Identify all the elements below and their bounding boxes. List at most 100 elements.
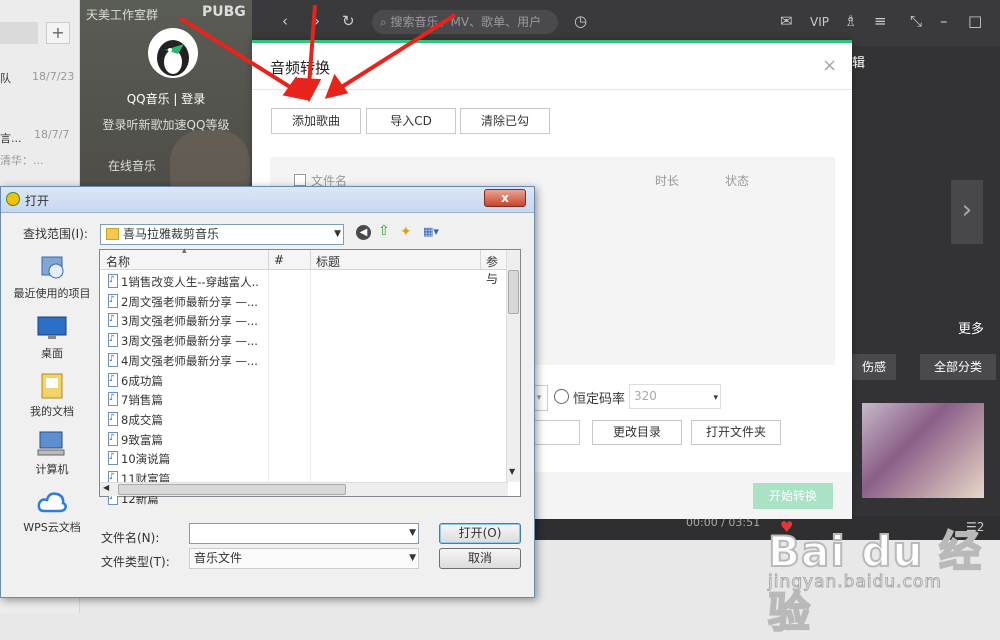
history-icon[interactable]: ◷ [574, 12, 587, 30]
mini-mode-icon[interactable]: ⤡ [910, 12, 922, 30]
filename-input[interactable]: ▼ [189, 523, 419, 544]
hscroll-thumb[interactable] [118, 484, 346, 495]
open-button[interactable]: 打开(O) [439, 523, 521, 544]
chat-list-item[interactable]: 队 18/7/23 [0, 62, 80, 122]
filetype-label: 文件类型(T): [101, 555, 170, 569]
music-file-icon [108, 273, 118, 290]
next-arrow-icon[interactable]: › [951, 180, 983, 244]
mail-icon[interactable]: ✉ [780, 12, 793, 30]
close-icon[interactable]: × [822, 55, 837, 76]
column-guide [268, 270, 269, 482]
output-path-input[interactable] [532, 420, 580, 445]
file-row[interactable]: 4周文强老师最新分享 —... [108, 352, 258, 371]
minimize-icon[interactable]: – [940, 12, 948, 30]
recent-icon [41, 256, 64, 279]
add-chat-button[interactable]: + [46, 22, 70, 44]
view-menu-icon[interactable]: ▦▾ [423, 225, 447, 239]
new-folder-icon[interactable]: ✦ [400, 224, 412, 240]
back-icon[interactable]: ‹ [282, 12, 288, 30]
scroll-left-icon[interactable]: ◀ [103, 483, 109, 492]
column-duration: 时长 [655, 174, 680, 188]
file-row[interactable]: 7销售篇 [108, 391, 258, 410]
login-link[interactable]: QQ音乐 | 登录 [80, 90, 252, 107]
place-label: 计算机 [35, 463, 69, 476]
cancel-button[interactable]: 取消 [439, 548, 521, 569]
file-name: 2周文强老师最新分享 —... [121, 294, 258, 309]
scroll-thumb[interactable] [508, 270, 519, 314]
up-folder-icon[interactable]: ⇧ [378, 223, 390, 239]
divider [252, 89, 852, 90]
close-button[interactable]: x [484, 189, 526, 207]
column-name[interactable]: 名称 [106, 253, 130, 270]
file-row[interactable]: 10演说篇 [108, 450, 258, 469]
constant-bitrate-radio[interactable] [554, 389, 569, 404]
place-label: 我的文档 [30, 405, 74, 418]
chat-preview: 清华：... [0, 154, 44, 167]
place-documents[interactable]: 我的文档 [9, 371, 95, 419]
file-row[interactable]: 2周文强老师最新分享 —... [108, 293, 258, 312]
computer-icon [37, 431, 65, 456]
penguin-icon [157, 40, 189, 76]
file-row[interactable]: 3周文强老师最新分享 —... [108, 332, 258, 351]
file-row[interactable]: 3周文强老师最新分享 —... [108, 312, 258, 331]
column-guide [310, 270, 311, 482]
column-title[interactable]: 标题 [316, 253, 340, 270]
login-subtitle: 登录听新歌加速QQ等级 [102, 118, 230, 132]
clear-checked-button[interactable]: 清除已勾 [460, 108, 550, 134]
file-row[interactable]: 1销售改变人生--穿越富人... [108, 273, 258, 292]
music-file-icon [108, 332, 118, 349]
add-songs-button[interactable]: 添加歌曲 [271, 108, 361, 134]
chat-list-item[interactable]: 言... 18/7/7 清华：... [0, 122, 80, 182]
chat-date: 18/7/23 [32, 70, 75, 83]
anime-thumbnail[interactable] [862, 403, 984, 498]
more-link[interactable]: 更多 [958, 318, 984, 337]
file-name: 4周文强老师最新分享 —... [121, 353, 258, 368]
music-file-icon [108, 352, 118, 369]
open-folder-button[interactable]: 打开文件夹 [691, 420, 781, 445]
maximize-icon[interactable]: □ [968, 12, 982, 30]
vertical-scrollbar[interactable]: ▼ [506, 250, 520, 482]
file-name: 7销售篇 [121, 393, 163, 408]
chat-search-box[interactable] [0, 22, 38, 44]
filetype-value: 音乐文件 [194, 551, 243, 565]
file-row[interactable]: 6成功篇 [108, 372, 258, 391]
back-icon[interactable]: ◀ [356, 225, 371, 240]
start-convert-button[interactable]: 开始转换 [753, 483, 833, 509]
search-input[interactable]: ⌕ 搜索音乐、MV、歌单、用户 [372, 10, 558, 34]
filetype-select[interactable]: 音乐文件 ▼ [189, 548, 419, 569]
music-file-icon [108, 293, 118, 310]
select-all-checkbox[interactable] [294, 174, 306, 186]
watermark-url: jingyan.baidu.com [768, 572, 942, 593]
music-file-icon [108, 391, 118, 408]
file-row[interactable]: 9致富篇 [108, 431, 258, 450]
change-directory-button[interactable]: 更改目录 [592, 420, 682, 445]
cloud-icon [37, 492, 67, 513]
bitrate-select[interactable]: 320 ▾ [629, 384, 721, 409]
place-wps-cloud[interactable]: WPS云文档 [9, 487, 95, 535]
file-name: 3周文强老师最新分享 —... [121, 314, 258, 329]
skin-icon[interactable]: ♗ [844, 12, 857, 30]
forward-icon[interactable]: › [314, 12, 320, 30]
all-categories-button[interactable]: 全部分类 [920, 354, 996, 380]
horizontal-scrollbar[interactable]: ◀ [100, 482, 508, 496]
baidu-watermark: Bai du 经验 jingyan.baidu.com [752, 518, 1000, 638]
tag-button[interactable]: 伤感 [852, 354, 896, 380]
column-number[interactable]: # [274, 253, 284, 267]
place-recent[interactable]: 最近使用的项目 [9, 253, 95, 301]
constant-bitrate-label: 恒定码率 [573, 392, 626, 407]
music-file-icon [108, 450, 118, 467]
place-desktop[interactable]: 桌面 [9, 313, 95, 361]
look-in-select[interactable]: 喜马拉雅裁剪音乐 ▼ [100, 224, 344, 245]
refresh-icon[interactable]: ↻ [342, 12, 355, 30]
scroll-down-icon[interactable]: ▼ [509, 467, 515, 476]
column-artist[interactable]: 参与 [486, 253, 508, 287]
vip-link[interactable]: VIP [810, 15, 829, 29]
file-row[interactable]: 8成交篇 [108, 411, 258, 430]
folder-icon [106, 228, 119, 240]
import-cd-button[interactable]: 导入CD [366, 108, 456, 134]
menu-icon[interactable]: ≡ [874, 12, 887, 30]
place-computer[interactable]: 计算机 [9, 429, 95, 477]
app-icon [6, 192, 20, 206]
avatar[interactable] [148, 28, 198, 78]
file-name: 9致富篇 [121, 432, 163, 447]
